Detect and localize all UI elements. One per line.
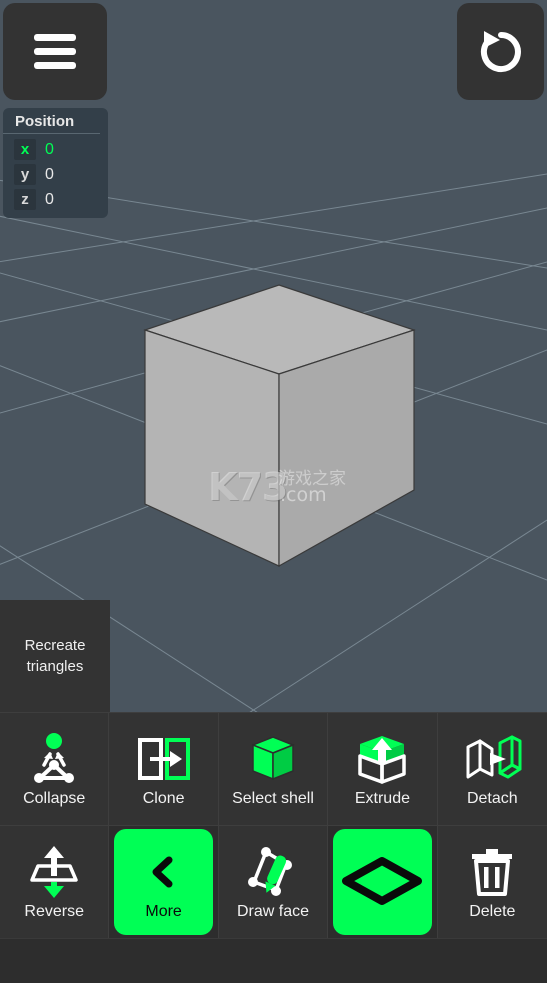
chevron-left-icon: [144, 843, 184, 901]
position-value-x[interactable]: 0: [45, 141, 54, 159]
position-axis-x-label: x: [14, 139, 36, 160]
detach-icon: [460, 730, 524, 788]
tool-collapse-label: Collapse: [23, 790, 86, 807]
tool-detach-label: Detach: [466, 790, 518, 807]
undo-icon: [480, 30, 521, 72]
hamburger-menu-icon: [34, 34, 76, 41]
tool-clone[interactable]: Clone: [109, 713, 219, 825]
tool-select-shell-label: Select shell: [232, 790, 314, 807]
tool-reverse[interactable]: Reverse: [0, 826, 110, 938]
hamburger-bar-3: [34, 62, 76, 69]
toolbar-row-1: Collapse Clone Select shell Extrude Deta…: [0, 712, 547, 825]
clone-icon: [134, 730, 194, 788]
app-root: K73 游戏之家 .com Position x 0 y 0 z 0 Recre…: [0, 0, 547, 983]
tool-face-select[interactable]: [328, 826, 438, 938]
position-value-z[interactable]: 0: [45, 191, 54, 209]
hamburger-menu-button[interactable]: [3, 3, 107, 100]
recreate-triangles-label: Recreate triangles: [24, 637, 86, 675]
position-panel: Position x 0 y 0 z 0: [3, 108, 108, 218]
tool-more[interactable]: More: [109, 826, 219, 938]
tool-extrude-label: Extrude: [354, 790, 410, 807]
undo-button[interactable]: [457, 3, 544, 100]
tool-collapse[interactable]: Collapse: [0, 713, 110, 825]
trash-icon: [465, 843, 519, 901]
tool-delete-label: Delete: [469, 903, 516, 920]
tool-delete[interactable]: Delete: [437, 826, 547, 938]
tool-select-shell[interactable]: Select shell: [218, 713, 329, 825]
draw-face-icon: [244, 843, 302, 901]
tool-draw-face-label: Draw face: [237, 903, 310, 920]
position-value-y[interactable]: 0: [45, 166, 54, 184]
tool-extrude[interactable]: Extrude: [328, 713, 438, 825]
toolbar-row-2: Reverse More Draw face Delete: [0, 825, 547, 938]
bottom-spacer-bar: [0, 938, 547, 983]
position-axis-z-label: z: [14, 189, 36, 210]
reverse-icon: [26, 843, 82, 901]
recreate-triangles-button[interactable]: Recreate triangles: [0, 600, 110, 712]
tool-detach[interactable]: Detach: [437, 713, 547, 825]
collapse-icon: [26, 730, 82, 788]
tool-draw-face[interactable]: Draw face: [218, 826, 329, 938]
position-row-z[interactable]: z 0: [14, 187, 108, 212]
tool-more-label: More: [145, 903, 182, 920]
select-shell-icon: [245, 730, 301, 788]
face-select-icon: [340, 852, 424, 910]
bottom-toolbar: Collapse Clone Select shell Extrude Deta…: [0, 712, 547, 938]
hamburger-bar-2: [34, 48, 76, 55]
3d-viewport[interactable]: K73 游戏之家 .com Position x 0 y 0 z 0 Recre…: [0, 0, 547, 712]
extrude-icon: [352, 730, 412, 788]
position-panel-title: Position: [3, 113, 100, 134]
position-axis-y-label: y: [14, 164, 36, 185]
position-row-x[interactable]: x 0: [14, 137, 108, 162]
position-row-y[interactable]: y 0: [14, 162, 108, 187]
tool-clone-label: Clone: [142, 790, 185, 807]
tool-reverse-label: Reverse: [24, 903, 84, 920]
